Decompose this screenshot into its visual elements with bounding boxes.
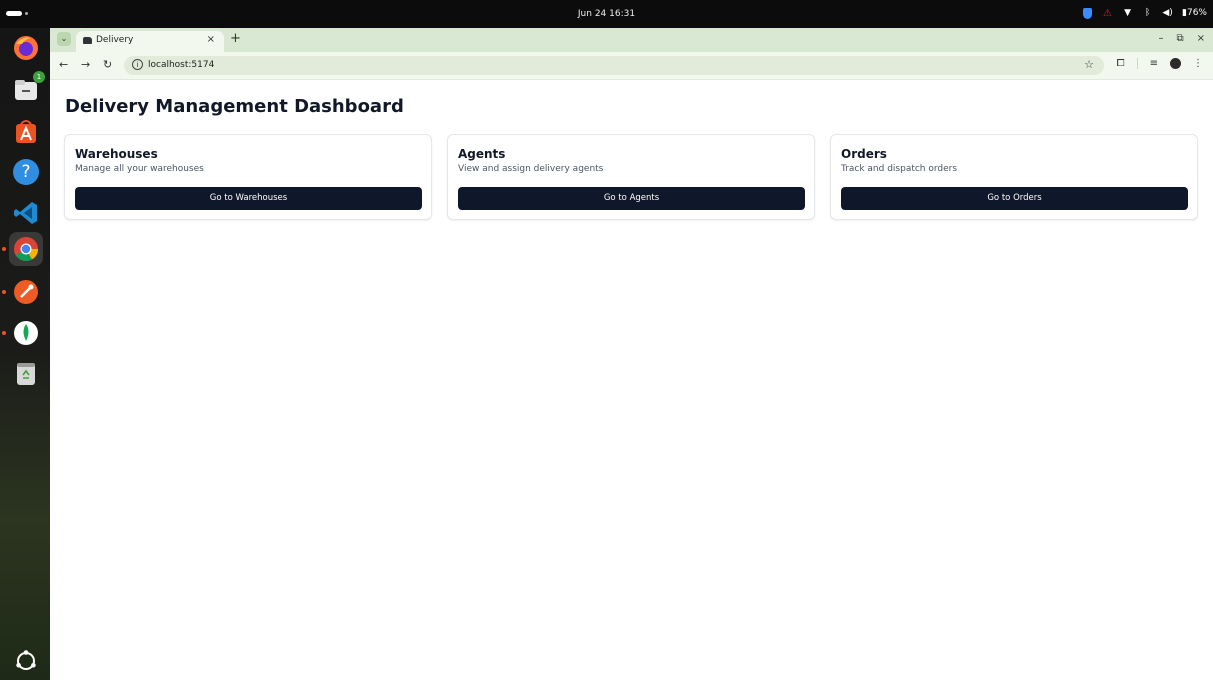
menu-kebab-icon[interactable]: ⋮ [1193,58,1203,69]
card-description: Manage all your warehouses [75,164,204,174]
postman-running-indicator [2,290,6,294]
help-icon[interactable]: ? [9,155,43,189]
toolbar-separator [1136,58,1138,69]
volume-icon[interactable]: ◀) [1162,8,1173,19]
delivery-truck-icon [83,37,92,44]
battery-indicator[interactable]: ▮76% [1182,8,1207,18]
trash-icon[interactable] [9,356,43,390]
address-bar[interactable]: i localhost:5174 ☆ [124,56,1104,75]
wifi-icon[interactable]: ▼ [1122,8,1133,19]
close-tab-icon[interactable]: × [207,34,215,45]
back-icon[interactable]: ← [59,58,68,71]
bluetooth-icon[interactable]: ᛒ [1142,8,1153,19]
reload-icon[interactable]: ↻ [103,58,112,71]
go-to-orders-button[interactable]: Go to Orders [841,187,1188,210]
vpn-shield-icon[interactable] [1082,7,1093,19]
browser-window: ⌄ Delivery × + – ⧉ × ← → ↻ i localhost:5… [50,28,1213,680]
tab-delivery[interactable]: Delivery × [76,31,224,52]
dock: 1 ? [0,28,50,680]
card-title: Orders [841,147,887,161]
page-title: Delivery Management Dashboard [65,96,404,117]
show-apps-icon[interactable] [9,644,43,678]
reading-list-icon[interactable]: ≡ [1150,58,1158,69]
tab-search-button[interactable]: ⌄ [57,32,71,46]
agents-card: Agents View and assign delivery agents G… [447,134,815,220]
site-info-icon[interactable]: i [132,59,143,70]
files-icon[interactable]: 1 [9,71,45,107]
page-content: Delivery Management Dashboard Warehouses… [50,81,1213,680]
card-description: View and assign delivery agents [458,164,604,174]
system-clock[interactable]: Jun 24 16:31 [0,9,1213,19]
mongodb-running-indicator [2,331,6,335]
orders-card: Orders Track and dispatch orders Go to O… [830,134,1198,220]
toolbar-actions: ⧠ ≡ ⋮ [1117,58,1203,69]
chrome-running-indicator [2,247,6,251]
minimize-icon[interactable]: – [1158,33,1163,44]
restore-icon[interactable]: ⧉ [1176,33,1183,44]
card-description: Track and dispatch orders [841,164,958,174]
app-center-icon[interactable] [9,115,43,149]
vscode-icon[interactable] [9,196,43,230]
system-tray[interactable]: ⚠ ▼ ᛒ ◀) ▮76% [1082,6,1207,20]
tab-strip: ⌄ Delivery × + – ⧉ × [50,28,1213,52]
card-title: Warehouses [75,147,158,161]
close-window-icon[interactable]: × [1197,33,1205,44]
postman-icon[interactable] [9,275,43,309]
warehouses-card: Warehouses Manage all your warehouses Go… [64,134,432,220]
firefox-icon[interactable] [9,31,43,65]
card-title: Agents [458,147,506,161]
chrome-icon[interactable] [9,232,43,266]
window-controls: – ⧉ × [1158,33,1205,44]
extensions-icon[interactable]: ⧠ [1117,58,1125,69]
files-badge: 1 [33,71,45,83]
forward-icon[interactable]: → [81,58,90,71]
profile-avatar[interactable] [1170,58,1181,69]
system-top-bar: Jun 24 16:31 ⚠ ▼ ᛒ ◀) ▮76% [0,0,1213,28]
url-text[interactable]: localhost:5174 [148,60,214,70]
battery-percent: 76% [1186,8,1207,18]
bookmark-star-icon[interactable]: ☆ [1084,58,1094,71]
new-tab-button[interactable]: + [230,31,241,46]
warning-icon[interactable]: ⚠ [1102,8,1113,19]
go-to-warehouses-button[interactable]: Go to Warehouses [75,187,422,210]
go-to-agents-button[interactable]: Go to Agents [458,187,805,210]
browser-toolbar: ← → ↻ i localhost:5174 ☆ ⧠ ≡ ⋮ [50,52,1213,80]
tab-title: Delivery [96,35,134,45]
mongodb-compass-icon[interactable] [9,316,43,350]
